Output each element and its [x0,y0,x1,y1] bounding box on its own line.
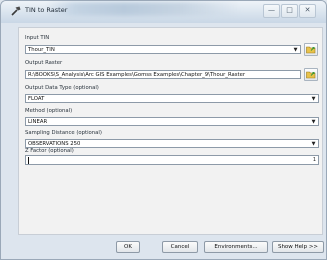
output-raster-label: Output Raster [25,60,63,66]
data-type-label: Output Data Type (optional) [25,85,99,91]
chevron-down-icon[interactable]: ▼ [310,119,317,125]
data-type-dropdown[interactable]: FLOAT ▼ [25,94,319,103]
input-tin-browse-button[interactable] [304,43,318,56]
environments-button[interactable]: Environments... [204,241,268,253]
zfactor-input[interactable]: 1 [25,155,319,165]
sampling-value: OBSERVATIONS 250 [28,141,81,147]
output-raster-value: R:\BOOKS\S_Analysis\Arc GIS Examples\Gom… [28,72,246,78]
text-caret [28,157,29,164]
minimize-button[interactable]: — [263,4,280,18]
method-label: Method (optional) [25,108,73,114]
title-bar-glass [46,2,241,16]
ok-button[interactable]: OK [116,241,140,253]
title-bar[interactable]: TIN to Raster — □ ✕ [1,1,326,23]
window-title: TIN to Raster [25,6,68,14]
chevron-down-icon[interactable]: ▼ [310,141,317,147]
maximize-button[interactable]: □ [281,4,298,18]
input-tin-value: Thour_TIN [28,47,55,53]
zfactor-value: 1 [312,157,316,163]
method-dropdown[interactable]: LINEAR ▼ [25,117,319,126]
tin-to-raster-dialog: TIN to Raster — □ ✕ Input TIN Thour_TIN … [0,0,327,260]
sampling-dropdown[interactable]: OBSERVATIONS 250 ▼ [25,139,319,148]
input-tin-label: Input TIN [25,35,50,41]
input-tin-dropdown[interactable]: Thour_TIN ▼ [25,45,301,54]
close-button[interactable]: ✕ [299,4,316,18]
data-type-value: FLOAT [28,96,45,102]
method-value: LINEAR [28,119,48,125]
chevron-down-icon[interactable]: ▼ [292,47,299,53]
output-raster-browse-button[interactable] [304,68,318,81]
output-raster-field[interactable]: R:\BOOKS\S_Analysis\Arc GIS Examples\Gom… [25,70,301,79]
show-help-button[interactable]: Show Help >> [272,241,324,253]
zfactor-label: Z Factor (optional) [25,148,74,154]
sampling-label: Sampling Distance (optional) [25,130,102,136]
hammer-icon [11,6,21,16]
open-folder-icon [306,71,316,79]
cancel-button[interactable]: Cancel [162,241,198,253]
open-folder-icon [306,46,316,54]
chevron-down-icon[interactable]: ▼ [310,96,317,102]
